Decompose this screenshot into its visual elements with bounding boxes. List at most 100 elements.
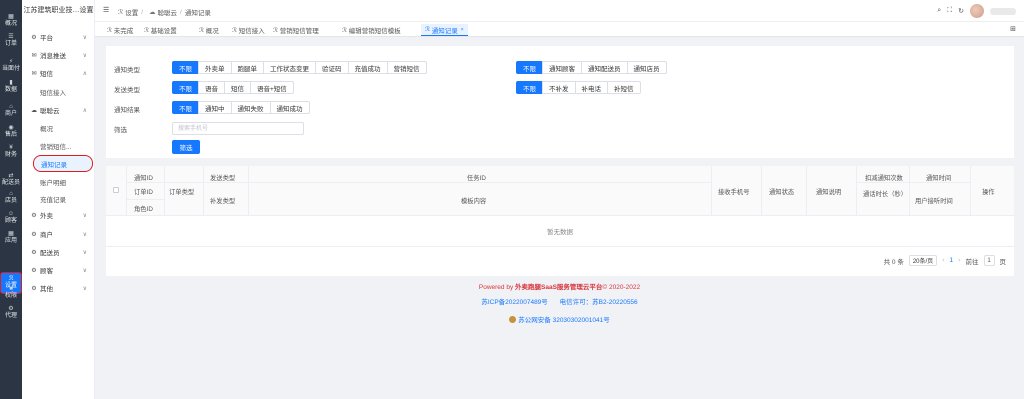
menu-item-notify-records[interactable]: 通知记录 (33, 155, 93, 172)
filter-button[interactable]: 筛选 (172, 140, 200, 154)
tab-marketing-sms[interactable]: ℛ 营销短信管理 (269, 24, 323, 36)
send-type-option[interactable]: 语音 (198, 81, 225, 94)
send-type-option[interactable]: 短信 (224, 81, 251, 94)
rail-item-merchants[interactable]: ⌂ 商户 (0, 102, 22, 120)
search-icon[interactable]: ⌕ (937, 7, 941, 15)
table-divider (203, 166, 204, 216)
menu-item-sms-access[interactable]: 短信接入 (40, 85, 92, 99)
prev-page-icon[interactable]: ‹ (942, 257, 944, 264)
rail-item-data[interactable]: ▮ 数据 (0, 78, 22, 96)
menu-fold-icon[interactable]: ☰ (103, 6, 109, 14)
menu-group-customers[interactable]: ⚙ 顾客 ∨ (22, 263, 95, 277)
menu-group-others[interactable]: ⚙ 其他 ∨ (22, 281, 95, 295)
rail-item-label: 当面付 (1, 66, 20, 72)
menu-item-overview[interactable]: 概况 (40, 121, 92, 135)
license-link[interactable]: 电信许可：苏B2-20220556 (560, 299, 638, 306)
current-page[interactable]: 1 (950, 257, 954, 264)
rail-item-finance[interactable]: ¥ 财务 (0, 143, 22, 161)
tab-sms-access[interactable]: ℛ 短信接入 (228, 24, 269, 36)
close-tab-icon[interactable]: × (461, 27, 464, 33)
rail-item-permissions[interactable]: ■ 权限 (0, 284, 22, 302)
chevron-icon: ∧ (82, 70, 87, 77)
powered-brand-link[interactable]: 外卖跑腿SaaS服务管理云平台 (515, 284, 602, 291)
rail-item-clerks[interactable]: ⌂ 店员 (0, 189, 22, 207)
notify-type-option[interactable]: 营销短信 (386, 61, 427, 74)
resend-option[interactable]: 不补发 (542, 81, 576, 94)
resend-options: 不限 不补发 补电话 补短信 (516, 81, 641, 94)
grid-icon[interactable]: ⊞ (1010, 25, 1016, 33)
notify-target-option[interactable]: 通知店员 (626, 61, 667, 74)
col-notify-status: 通知状态 (769, 189, 795, 196)
menu-group-couriers[interactable]: ⚙ 配送员 ∨ (22, 245, 95, 259)
notify-type-option[interactable]: 充值成功 (347, 61, 388, 74)
col-call-duration: 通话时长（秒） (863, 191, 908, 198)
menu-group-platform[interactable]: ⚙ 平台 ∨ (22, 30, 95, 44)
resend-option[interactable]: 不限 (516, 81, 543, 94)
rail-item-orders[interactable]: ☰ 订单 (0, 32, 22, 50)
notify-target-option[interactable]: 通知顾客 (542, 61, 582, 74)
notify-type-option[interactable]: 外卖单 (198, 61, 232, 74)
notify-result-option[interactable]: 通知失败 (230, 101, 271, 114)
notify-type-option[interactable]: 跑腿单 (230, 61, 264, 74)
goto-page-input[interactable]: 1 (983, 255, 995, 266)
notify-result-option[interactable]: 通知成功 (269, 101, 310, 114)
menu-group-takeout[interactable]: ⚙ 外卖 ∨ (22, 208, 95, 222)
send-type-option[interactable]: 不限 (172, 81, 199, 94)
rail-item-overview[interactable]: ▦ 概况 (0, 12, 22, 30)
refresh-icon[interactable]: ↻ (958, 7, 964, 15)
avatar[interactable] (970, 4, 984, 18)
icp-link[interactable]: 苏ICP备2022007489号 (481, 299, 548, 306)
powered-suffix: © 2020-2022 (602, 284, 641, 291)
resend-option[interactable]: 补电话 (574, 81, 608, 94)
tab-notify-records[interactable]: ℛ 通知记录 × (421, 24, 468, 36)
menu-group-sms[interactable]: ✉ 短信 ∧ (22, 66, 95, 80)
rail-item-customers[interactable]: ☺ 顾客 (0, 209, 22, 227)
page-size-select[interactable]: 20条/页 (908, 255, 938, 266)
rail-item-face-pay[interactable]: ⚡ 当面付 (0, 57, 22, 75)
police-link[interactable]: 苏公网安备 32030302001041号 (518, 314, 609, 324)
menu-group-label: 短信 (40, 71, 53, 78)
resend-option[interactable]: 补短信 (607, 81, 641, 94)
chevron-icon: ∨ (82, 34, 87, 41)
table-divider (711, 166, 712, 216)
fullscreen-icon[interactable]: ⛶ (947, 7, 952, 15)
rail-item-label: 配送员 (1, 180, 20, 186)
notify-result-option[interactable]: 不限 (172, 101, 199, 114)
menu-group-message-push[interactable]: ✉ 消息推送 ∨ (22, 48, 95, 62)
rail-item-label: 数据 (4, 87, 17, 93)
couriers-icon: ⚙ (31, 249, 37, 256)
chevron-icon: ∧ (82, 107, 87, 114)
notify-type-option[interactable]: 工作状态变更 (263, 61, 316, 74)
rail-item-apps[interactable]: ▦ 应用 (0, 229, 22, 247)
select-all-checkbox[interactable] (113, 187, 119, 193)
notify-type-option[interactable]: 验证码 (315, 61, 349, 74)
tab-unfinished[interactable]: ℛ 未完成 (103, 24, 137, 36)
menu-item-account-detail[interactable]: 账户明细 (40, 175, 92, 189)
tab-edit-marketing-template[interactable]: ℛ 编辑营销短信模板 (338, 24, 405, 36)
notify-result-option[interactable]: 通知中 (198, 101, 232, 114)
rail-item-after-sales[interactable]: ◉ 售后 (0, 123, 22, 141)
notify-target-option[interactable]: 通知配送员 (581, 61, 628, 74)
notify-target-option[interactable]: 不限 (516, 61, 543, 74)
notify-type-option[interactable]: 不限 (172, 61, 199, 74)
menu-item-recharge-records[interactable]: 充值记录 (40, 192, 92, 206)
rail-item-couriers[interactable]: ⇄ 配送员 (0, 171, 22, 189)
goto-label: 前往 (965, 258, 979, 266)
menu-item-marketing-sms[interactable]: 营销短信... (40, 139, 92, 153)
settings-icon: ℛ (118, 9, 124, 16)
menu-group-congcong-cloud[interactable]: ☁ 聪聪云 ∧ (22, 103, 95, 117)
breadcrumb-item-congcong-cloud[interactable]: 聪聪云 (158, 7, 178, 17)
username-placeholder[interactable] (990, 7, 1016, 15)
rail-item-label: 权限 (4, 293, 17, 299)
footer: Powered by 外卖跑腿SaaS服务管理云平台© 2020-2022 苏I… (95, 282, 1024, 324)
phone-search-input[interactable] (172, 122, 304, 135)
tab-overview[interactable]: ℛ 概况 (195, 24, 223, 36)
breadcrumb-item-settings[interactable]: 设置 (125, 7, 138, 17)
rail-item-agents[interactable]: ⚙ 代理 (0, 304, 22, 322)
tab-basic-settings[interactable]: ℛ 基础设置 (140, 24, 181, 36)
send-type-option[interactable]: 语音+短信 (250, 81, 294, 94)
next-page-icon[interactable]: › (958, 257, 960, 264)
chevron-icon: ∨ (82, 212, 87, 219)
menu-group-merchants[interactable]: ⚙ 商户 ∨ (22, 227, 95, 241)
chevron-icon: ∨ (82, 285, 87, 292)
